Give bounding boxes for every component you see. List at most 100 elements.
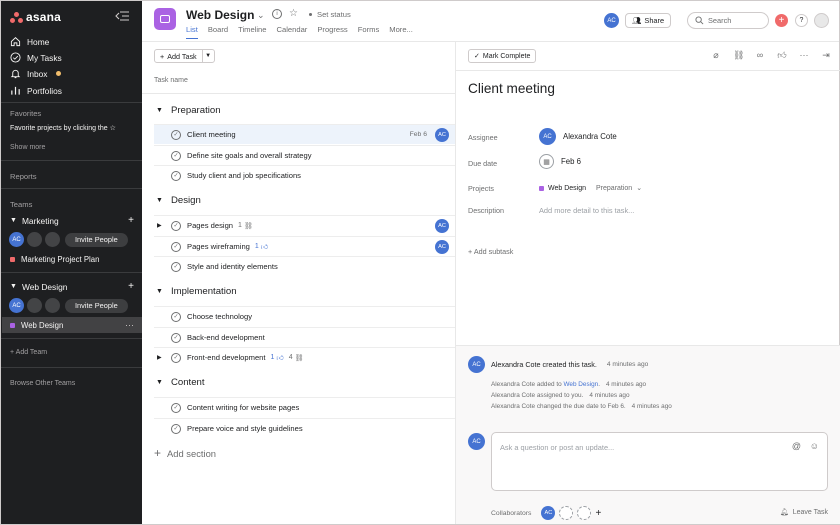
add-project-icon[interactable]: +: [128, 215, 134, 226]
tab-calendar[interactable]: Calendar: [277, 25, 308, 39]
tab-timeline[interactable]: Timeline: [238, 25, 266, 39]
task-row[interactable]: ✓ Prepare voice and style guidelines: [154, 418, 455, 438]
sidebar-project-web-design[interactable]: Web Design ···: [2, 317, 142, 333]
close-pane-icon[interactable]: ⇥: [821, 50, 831, 61]
assignee-avatar[interactable]: AC: [435, 127, 449, 142]
tab-forms[interactable]: Forms: [358, 25, 380, 39]
mention-icon[interactable]: @: [792, 441, 801, 451]
mark-complete-button[interactable]: ✓ Mark Complete: [468, 49, 537, 63]
reports-link[interactable]: Reports: [10, 172, 37, 181]
task-row[interactable]: ✓ Client meeting Feb 6 AC: [154, 124, 455, 144]
avatar[interactable]: AC: [9, 232, 24, 247]
link-icon[interactable]: ∞: [755, 50, 765, 61]
task-row[interactable]: ✓ Style and identity elements: [154, 256, 455, 276]
complete-checkbox[interactable]: ✓: [171, 332, 181, 343]
collapse-sidebar-icon[interactable]: [115, 11, 129, 21]
attachment-icon[interactable]: ⌀: [711, 50, 721, 61]
task-row[interactable]: ✓ Content writing for website pages: [154, 397, 455, 417]
chevron-down-icon[interactable]: ⌄: [257, 10, 265, 21]
complete-checkbox[interactable]: ✓: [171, 241, 181, 252]
complete-checkbox[interactable]: ✓: [171, 311, 181, 322]
quick-add-button[interactable]: +: [775, 14, 788, 27]
collaborator-avatar[interactable]: AC: [541, 506, 556, 520]
show-more-link[interactable]: Show more: [10, 144, 45, 151]
subtask-icon[interactable]: ⛓︎: [733, 50, 744, 61]
add-project-icon[interactable]: +: [128, 281, 134, 292]
set-status-button[interactable]: Set status: [309, 10, 351, 19]
nav-my-tasks[interactable]: My Tasks: [10, 52, 62, 63]
chevron-down-icon[interactable]: ⌄: [636, 184, 642, 192]
avatar[interactable]: AC: [9, 298, 24, 313]
more-options-icon[interactable]: ···: [125, 320, 134, 330]
complete-checkbox[interactable]: ✓: [171, 129, 181, 140]
complete-checkbox[interactable]: ✓: [171, 220, 181, 231]
task-row[interactable]: ✓ Choose technology: [154, 306, 455, 326]
team-marketing[interactable]: ▼ Marketing +: [10, 215, 134, 226]
project-section-select[interactable]: Preparation: [596, 185, 632, 192]
expand-subtasks-icon[interactable]: ▶: [157, 354, 162, 361]
project-name[interactable]: Web Design: [548, 185, 586, 192]
assignee-avatar[interactable]: AC: [435, 218, 449, 233]
add-collaborator-icon[interactable]: [577, 506, 592, 520]
complete-checkbox[interactable]: ✓: [171, 423, 181, 434]
add-task-button[interactable]: + Add Task ▼: [154, 49, 215, 63]
projects-field[interactable]: Web Design Preparation ⌄: [539, 184, 642, 192]
add-team-link[interactable]: + Add Team: [10, 349, 47, 356]
invite-people-button[interactable]: Invite People: [65, 298, 128, 313]
leave-task-button[interactable]: 🔔︎ Leave Task: [780, 508, 828, 517]
complete-checkbox[interactable]: ✓: [171, 352, 181, 363]
comment-input[interactable]: Ask a question or post an update... @ ☺: [491, 432, 828, 491]
nav-inbox[interactable]: Inbox: [10, 68, 61, 79]
nav-portfolios[interactable]: Portfolios: [10, 85, 62, 96]
section-header[interactable]: ▼ Design: [156, 195, 201, 206]
section-header[interactable]: ▼ Content: [156, 377, 205, 388]
search-input[interactable]: Search: [687, 12, 769, 29]
chevron-down-icon[interactable]: ▼: [201, 50, 214, 62]
activity-project-link[interactable]: Web Design: [563, 381, 598, 388]
info-icon[interactable]: i: [272, 9, 282, 19]
emoji-icon[interactable]: ☺: [810, 441, 819, 451]
add-section-button[interactable]: + Add section: [154, 446, 216, 460]
asana-logo[interactable]: asana: [10, 10, 61, 24]
browse-teams-link[interactable]: Browse Other Teams: [10, 380, 75, 387]
add-subtask-button[interactable]: + Add subtask: [468, 247, 513, 256]
assignee-avatar[interactable]: AC: [435, 239, 449, 254]
task-row[interactable]: ✓ Define site goals and overall strategy: [154, 145, 455, 165]
more-options-icon[interactable]: ···: [799, 50, 809, 61]
task-row[interactable]: ▶ ✓ Pages design 1 ⛓︎ AC: [154, 215, 455, 235]
task-row[interactable]: ▶ ✓ Front-end development 1 👍︎ 4 ⛓︎: [154, 347, 455, 367]
star-icon[interactable]: ☆: [289, 8, 298, 19]
tab-progress[interactable]: Progress: [317, 25, 347, 39]
description-field[interactable]: Add more detail to this task...: [539, 206, 634, 215]
task-due-date[interactable]: Feb 6: [410, 131, 427, 138]
complete-checkbox[interactable]: ✓: [171, 261, 181, 272]
complete-checkbox[interactable]: ✓: [171, 170, 181, 181]
share-button[interactable]: 👥︎ Share: [625, 13, 672, 28]
task-row[interactable]: ✓ Back-end development: [154, 327, 455, 347]
thumbs-up-icon[interactable]: 👍︎: [777, 50, 787, 61]
expand-subtasks-icon[interactable]: ▶: [157, 222, 162, 229]
project-title[interactable]: Web Design: [186, 8, 254, 22]
task-row[interactable]: ✓ Study client and job specifications: [154, 165, 455, 185]
assignee-field[interactable]: AC Alexandra Cote: [539, 128, 617, 145]
tab-more[interactable]: More...: [389, 25, 413, 39]
team-web-design[interactable]: ▼ Web Design +: [10, 281, 134, 292]
section-header[interactable]: ▼ Implementation: [156, 286, 237, 297]
user-avatar[interactable]: [814, 13, 829, 28]
task-row[interactable]: ✓ Pages wireframing 1 👍︎ AC: [154, 236, 455, 256]
plus-icon[interactable]: +: [595, 508, 601, 519]
tab-board[interactable]: Board: [208, 25, 228, 39]
activity-avatar[interactable]: AC: [468, 356, 485, 373]
nav-home[interactable]: Home: [10, 36, 49, 47]
add-collaborator-icon[interactable]: [559, 506, 574, 520]
complete-checkbox[interactable]: ✓: [171, 150, 181, 161]
help-button[interactable]: ?: [795, 14, 808, 27]
column-header-task-name[interactable]: Task name: [154, 77, 188, 84]
member-avatar[interactable]: AC: [604, 13, 619, 28]
section-header[interactable]: ▼ Preparation: [156, 105, 221, 116]
due-date-field[interactable]: ▦ Feb 6: [539, 154, 581, 169]
invite-people-button[interactable]: Invite People: [65, 232, 128, 247]
sidebar-project-marketing-plan[interactable]: Marketing Project Plan: [10, 251, 142, 267]
task-title[interactable]: Client meeting: [468, 81, 555, 96]
complete-checkbox[interactable]: ✓: [171, 402, 181, 413]
